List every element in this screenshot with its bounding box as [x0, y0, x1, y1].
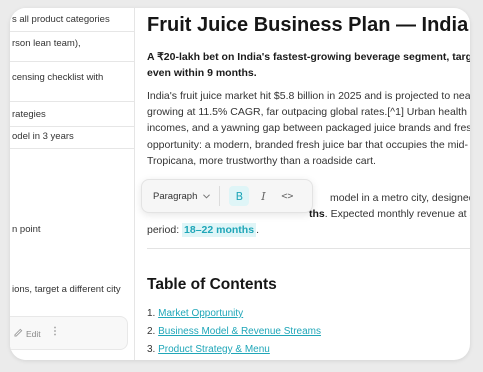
sidebar-item[interactable]: ions, target a different city [10, 283, 134, 296]
app-window: s all product categories rson lean team)… [10, 8, 470, 360]
paragraph-line: incomes, and a yawning gap between packa… [147, 122, 470, 135]
sidebar-item[interactable]: censing checklist with [10, 71, 134, 84]
toc-list: 1. Market Opportunity 2. Business Model … [147, 305, 321, 359]
body-paragraph[interactable]: India's fruit juice market hit $5.8 bill… [147, 88, 470, 169]
paragraph-line: opportunity: a modern, branded fresh jui… [147, 138, 469, 151]
sidebar-item[interactable]: odel in 3 years [10, 130, 134, 143]
divider [219, 186, 221, 206]
pencil-icon [14, 328, 23, 339]
sidebar-item[interactable]: s all product categories [10, 13, 134, 26]
lead-paragraph[interactable]: A ₹20-lakh bet on India's fastest-growin… [147, 49, 470, 81]
paragraph-text: . [256, 224, 259, 236]
toc-link[interactable]: Product Strategy & Menu [158, 344, 270, 355]
block-type-select[interactable]: Paragraph [153, 190, 211, 202]
paragraph-line: growing at 11.5% CAGR, far outpacing glo… [147, 106, 470, 119]
paragraph-text: period: [147, 224, 183, 236]
edit-button[interactable]: Edit [14, 328, 41, 339]
more-options-icon[interactable]: ⋮ [50, 326, 60, 337]
paragraph-line[interactable]: model in a metro city, designed to pro [330, 190, 470, 206]
toc-number: 3. [147, 344, 156, 355]
toc-heading[interactable]: Table of Contents [147, 276, 277, 294]
bold-button[interactable]: B [229, 186, 250, 206]
toc-link[interactable]: Market Opportunity [158, 308, 243, 319]
edit-label: Edit [26, 328, 41, 339]
divider [10, 61, 134, 62]
code-button[interactable]: <> [277, 186, 297, 206]
sidebar-item[interactable]: rson lean team), [10, 37, 134, 50]
sidebar-item[interactable]: n point [10, 223, 134, 236]
toc-item: 2. Business Model & Revenue Streams [147, 323, 321, 341]
divider [10, 101, 134, 102]
toc-item: 1. Market Opportunity [147, 305, 321, 323]
divider [10, 31, 134, 32]
chevron-down-icon [203, 191, 211, 202]
paragraph-line[interactable]: period: 18–22 months. [147, 222, 259, 238]
highlighted-text: 18–22 months [182, 223, 257, 237]
toc-item: 3. Product Strategy & Menu [147, 341, 321, 359]
sidebar: s all product categories rson lean team)… [10, 8, 135, 360]
toc-number: 1. [147, 308, 156, 319]
block-type-label: Paragraph [153, 190, 198, 202]
formatting-toolbar: Paragraph B I <> [141, 179, 313, 213]
paragraph-line: India's fruit juice market hit $5.8 bill… [147, 90, 470, 102]
lead-line: even within 9 months. [147, 67, 257, 79]
sidebar-item[interactable]: rategies [10, 108, 134, 121]
divider [10, 148, 134, 149]
paragraph-text: model in a metro city, designed to pro [330, 192, 470, 204]
sidebar-card: Edit ⋮ [10, 316, 128, 350]
toc-link[interactable]: Business Model & Revenue Streams [158, 326, 321, 337]
lead-line: A ₹20-lakh bet on India's fastest-growin… [147, 51, 470, 63]
paragraph-line[interactable]: ths. Expected monthly revenue at ste [309, 206, 470, 222]
toc-number: 2. [147, 326, 156, 337]
divider [10, 126, 134, 127]
divider [147, 248, 470, 249]
paragraph-text: . Expected monthly revenue at ste [324, 208, 470, 220]
italic-button[interactable]: I [253, 186, 273, 206]
paragraph-line: Tropicana, more trustworthy than a roads… [147, 154, 376, 167]
document-title[interactable]: Fruit Juice Business Plan — India 2 [147, 14, 470, 37]
